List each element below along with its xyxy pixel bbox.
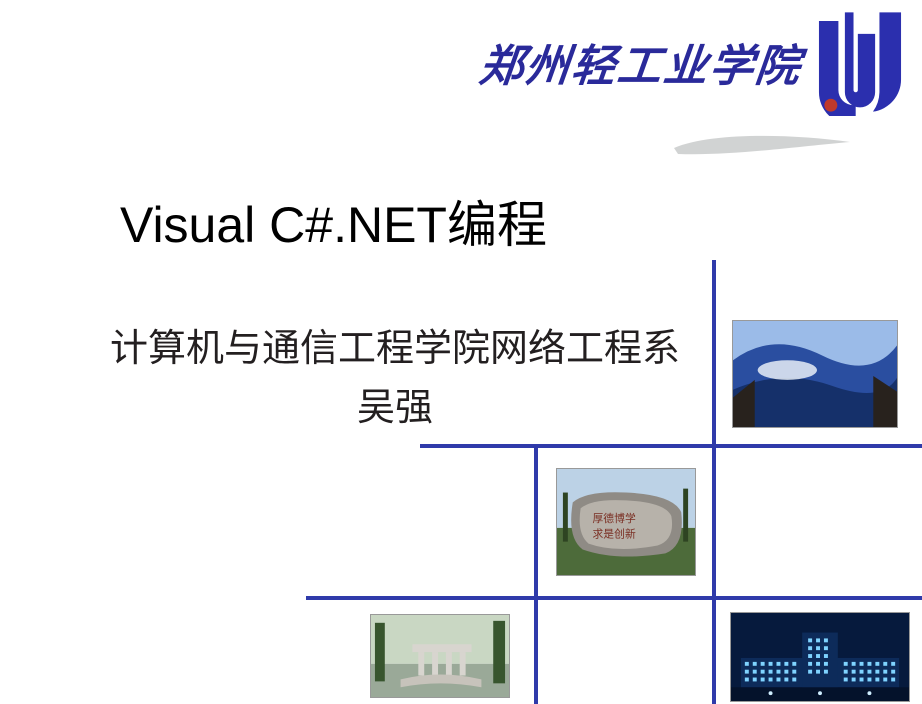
subtitle-department: 计算机与通信工程学院网络工程系 xyxy=(75,320,715,379)
svg-text:厚德博学: 厚德博学 xyxy=(592,511,635,525)
slide-header: 郑州轻工业学院 xyxy=(480,8,914,116)
engraved-stone-photo: 厚德博学 求是创新 xyxy=(556,468,696,576)
slide-subtitle-block: 计算机与通信工程学院网络工程系 吴强 xyxy=(75,320,715,438)
campus-sky-photo xyxy=(732,320,898,428)
subtitle-author: 吴强 xyxy=(75,379,715,438)
divider-vertical-2 xyxy=(712,260,716,704)
campus-pavilion-photo xyxy=(370,614,510,698)
divider-vertical-1 xyxy=(534,444,538,704)
school-logo-icon xyxy=(806,8,914,116)
divider-horizontal-1 xyxy=(420,444,922,448)
svg-text:求是创新: 求是创新 xyxy=(592,527,635,541)
campus-night-building-photo xyxy=(730,612,910,702)
divider-horizontal-2 xyxy=(306,596,922,600)
slide-title: Visual C#.NET编程 xyxy=(120,185,547,257)
school-name-calligraphy: 郑州轻工业学院 xyxy=(477,30,806,94)
brush-stroke-graphic xyxy=(672,130,852,160)
